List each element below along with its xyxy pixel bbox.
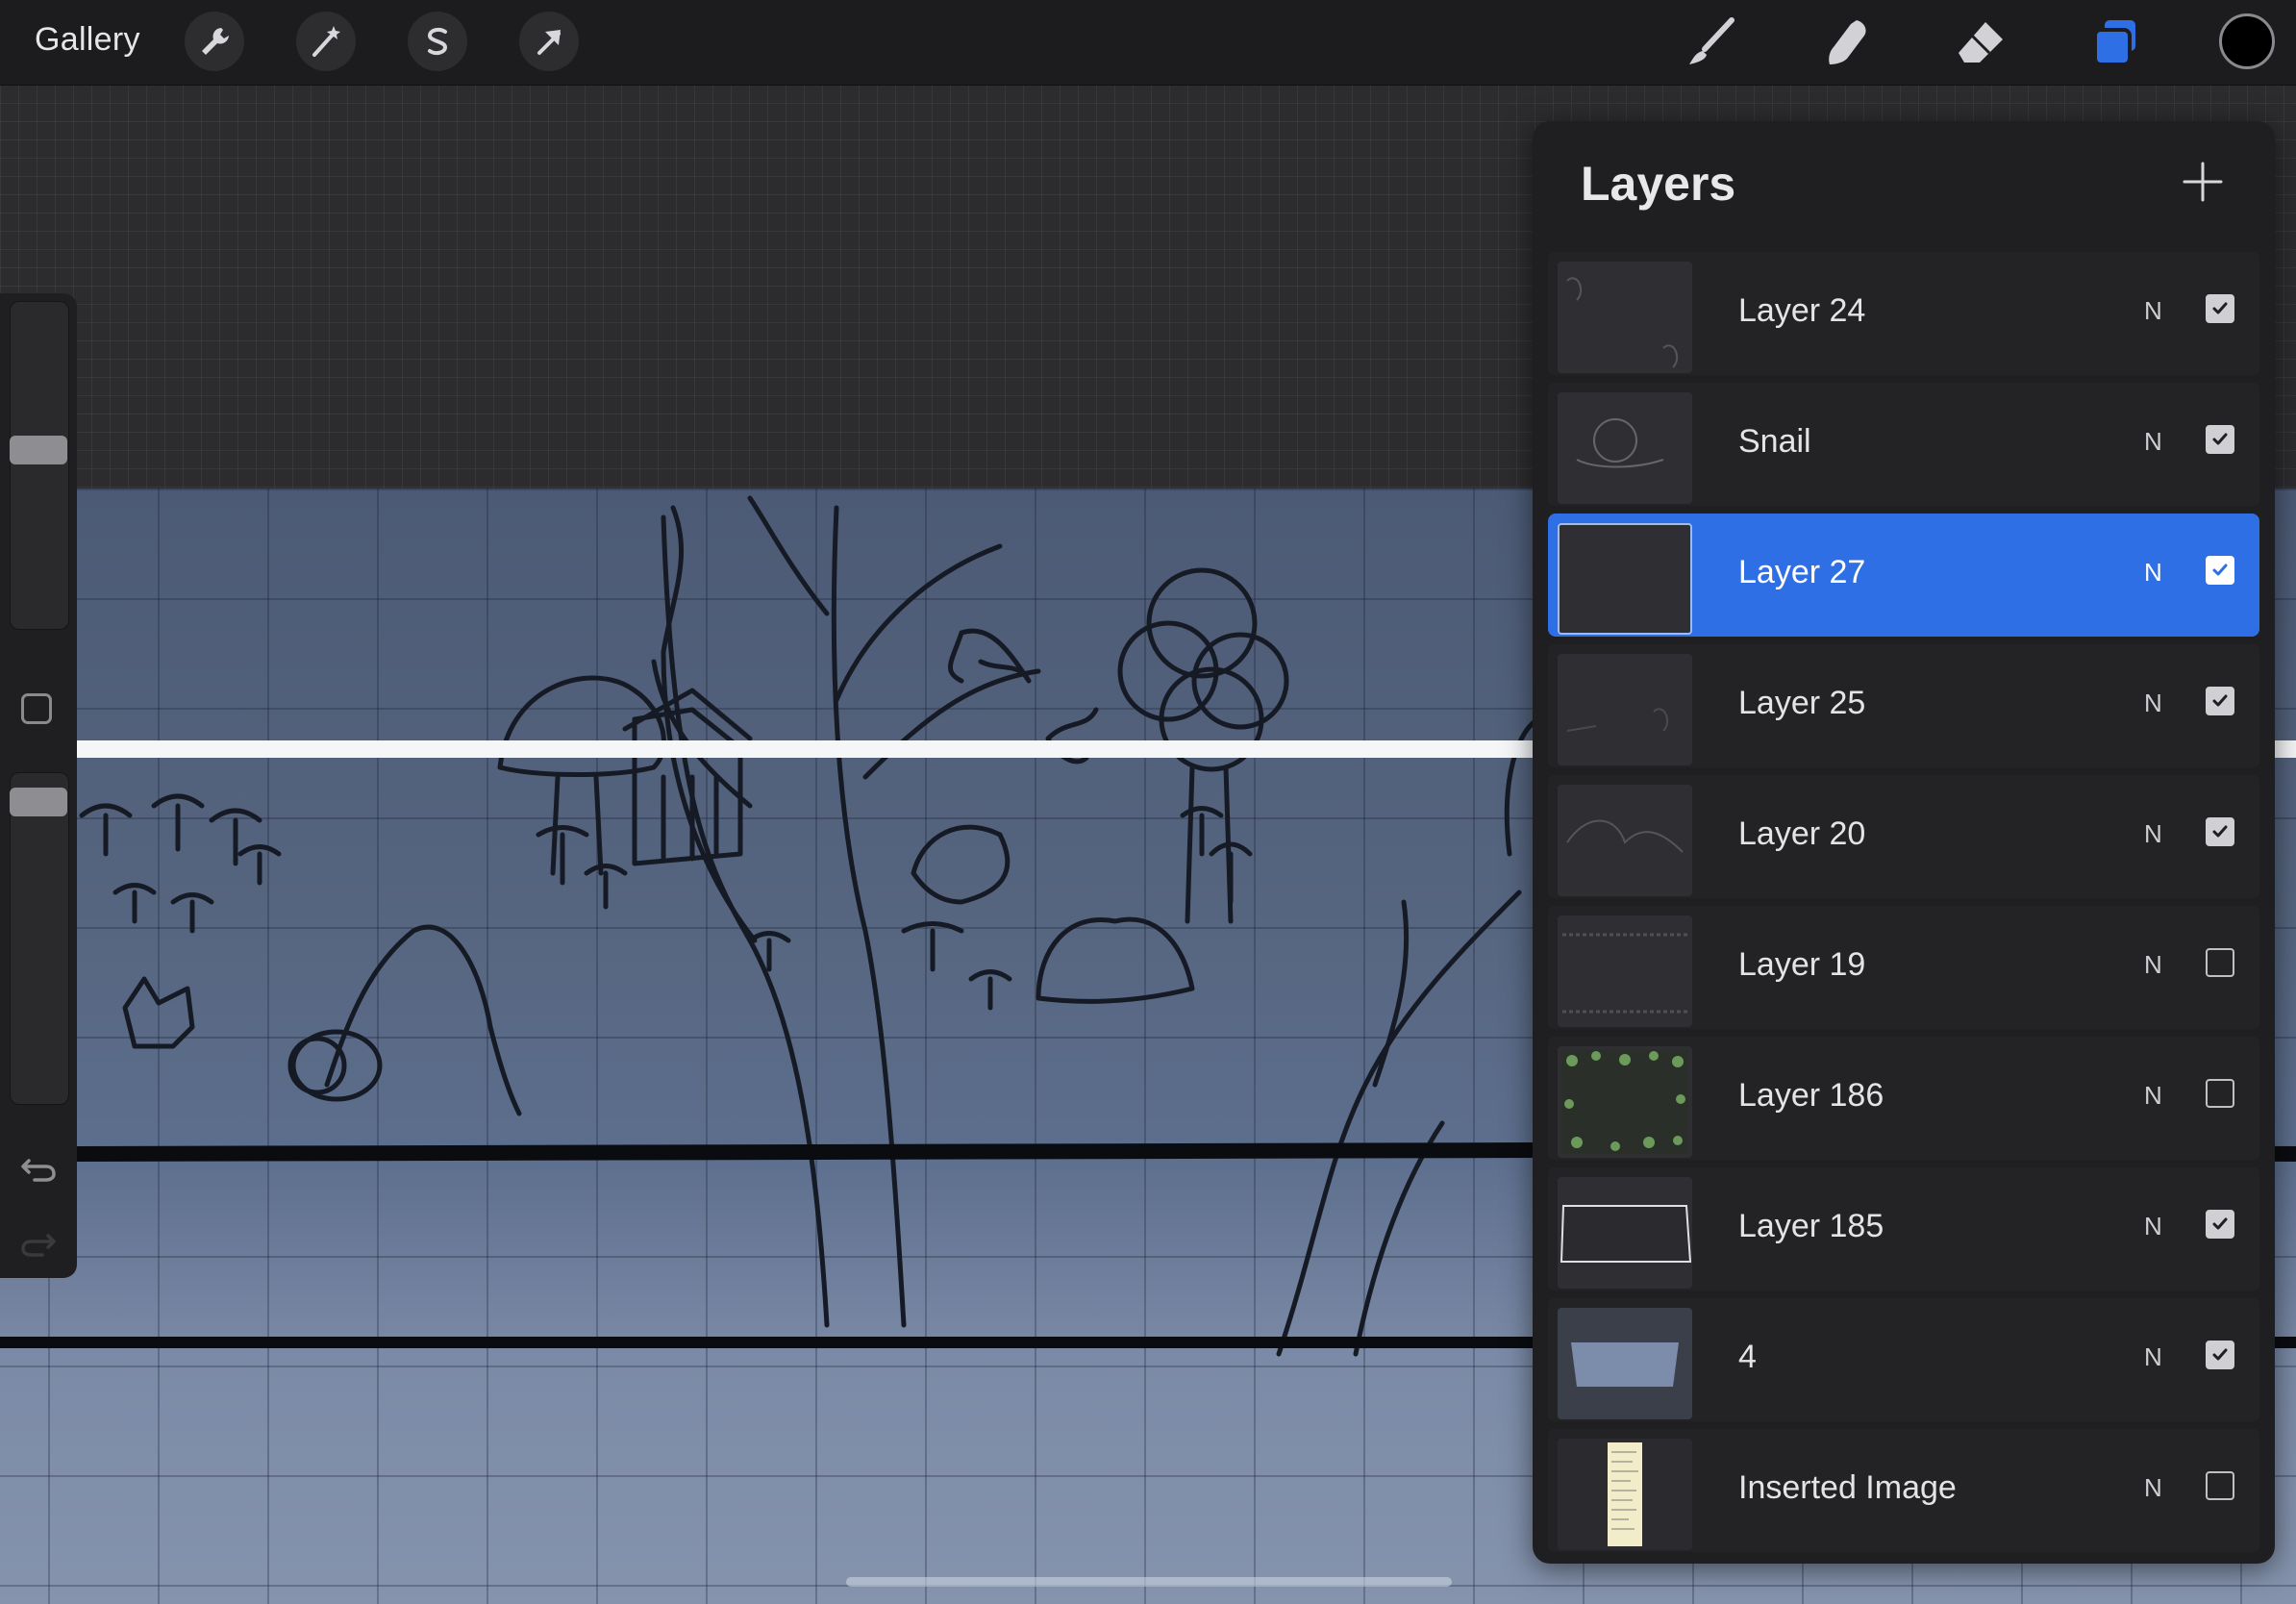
magic-wand-icon [312, 26, 340, 57]
layer-thumbnail[interactable] [1558, 262, 1692, 373]
layer-thumbnail[interactable] [1558, 785, 1692, 896]
blend-mode-button[interactable]: N [2144, 1473, 2162, 1503]
layer-thumbnail[interactable] [1558, 1439, 1692, 1550]
layer-name: Layer 24 [1738, 292, 1866, 329]
actions-button[interactable] [185, 12, 244, 71]
smudge-tool-button[interactable] [1817, 13, 1875, 71]
plus-icon[interactable] [2179, 158, 2227, 206]
layer-thumbnail[interactable] [1558, 1308, 1692, 1419]
layer-name: Layer 20 [1738, 815, 1866, 852]
layer-name: 4 [1738, 1339, 1757, 1375]
layer-row[interactable]: Layer 20 N [1548, 775, 2259, 898]
blend-mode-button[interactable]: N [2144, 296, 2162, 326]
color-picker-button[interactable] [2219, 13, 2275, 69]
modify-button[interactable] [21, 693, 52, 724]
blend-mode-button[interactable]: N [2144, 689, 2162, 718]
layer-thumbnail[interactable] [1558, 523, 1692, 635]
transform-button[interactable] [519, 12, 579, 71]
layer-thumbnail-frame [1560, 1205, 1692, 1263]
layer-thumbnail-snail [1576, 418, 1664, 468]
brush-size-slider[interactable] [10, 301, 69, 630]
layer-visibility-checkbox[interactable] [2206, 948, 2234, 977]
redo-icon[interactable] [17, 1222, 60, 1265]
undo-icon[interactable] [17, 1147, 60, 1190]
blend-mode-button[interactable]: N [2144, 1212, 2162, 1241]
layer-thumbnail-blue-shape [1558, 1308, 1692, 1419]
left-sidebar [0, 293, 77, 1278]
layer-thumbnail-sketch [1562, 933, 1687, 1014]
layer-visibility-checkbox[interactable] [2206, 1471, 2234, 1500]
layer-name: Layer 27 [1738, 554, 1866, 590]
layer-row[interactable]: Layer 185 N [1548, 1167, 2259, 1291]
opacity-slider[interactable] [10, 772, 69, 1105]
layer-row[interactable]: Layer 27 N [1548, 514, 2259, 637]
layer-row[interactable]: Layer 25 N [1548, 644, 2259, 767]
layer-thumbnail-image [1558, 1439, 1692, 1550]
layer-visibility-checkbox[interactable] [2206, 687, 2234, 715]
layer-visibility-checkbox[interactable] [2206, 1079, 2234, 1108]
blend-mode-button[interactable]: N [2144, 427, 2162, 457]
blend-mode-button[interactable]: N [2144, 1081, 2162, 1111]
layer-name: Snail [1738, 423, 1811, 460]
eraser-tool-button[interactable] [1952, 13, 2009, 71]
layer-name: Layer 19 [1738, 946, 1866, 983]
layers-icon [2093, 20, 2135, 66]
layer-visibility-checkbox[interactable] [2206, 425, 2234, 454]
wrench-icon [202, 28, 229, 55]
layer-visibility-checkbox[interactable] [2206, 294, 2234, 323]
layer-thumbnail-sketch [1566, 708, 1669, 732]
layers-panel: Layers Layer 24 N Snail N Layer 27 N Layer 25 N… [1533, 121, 2275, 1564]
layer-row[interactable]: Inserted Image N [1548, 1429, 2259, 1552]
layer-row[interactable]: Snail N [1548, 383, 2259, 506]
layer-thumbnail-foliage [1561, 1050, 1688, 1154]
layer-row[interactable]: Layer 19 N [1548, 906, 2259, 1029]
adjustments-button[interactable] [296, 12, 356, 71]
layer-name: Inserted Image [1738, 1469, 1957, 1506]
layer-row[interactable]: Layer 24 N [1548, 252, 2259, 375]
selection-button[interactable] [408, 12, 467, 71]
layer-thumbnail[interactable] [1558, 1177, 1692, 1289]
home-indicator [846, 1577, 1452, 1587]
layer-thumbnail[interactable] [1558, 1046, 1692, 1158]
layer-thumbnail-sketch [1566, 277, 1679, 368]
layer-visibility-checkbox[interactable] [2206, 817, 2234, 846]
smudge-icon [1829, 20, 1866, 64]
selection-s-icon [427, 27, 448, 56]
layer-visibility-checkbox[interactable] [2206, 1341, 2234, 1369]
layers-panel-title: Layers [1581, 157, 1736, 211]
layer-name: Layer 185 [1738, 1208, 1884, 1244]
brush-tool-button[interactable] [1683, 13, 1740, 71]
layer-thumbnail[interactable] [1558, 915, 1692, 1027]
layer-row[interactable]: 4N [1548, 1298, 2259, 1421]
layer-name: Layer 186 [1738, 1077, 1884, 1114]
layer-row[interactable]: Layer 186 N [1548, 1037, 2259, 1160]
eraser-icon [1959, 22, 2003, 63]
blend-mode-button[interactable]: N [2144, 1342, 2162, 1372]
blend-mode-button[interactable]: N [2144, 950, 2162, 980]
opacity-thumb[interactable] [10, 787, 67, 816]
blend-mode-button[interactable]: N [2144, 819, 2162, 849]
layer-name: Layer 25 [1738, 685, 1866, 721]
layer-visibility-checkbox[interactable] [2206, 556, 2234, 585]
layers-tool-button[interactable] [2086, 13, 2144, 71]
layer-visibility-checkbox[interactable] [2206, 1210, 2234, 1239]
layer-thumbnail[interactable] [1558, 654, 1692, 765]
layer-thumbnail[interactable] [1558, 392, 1692, 504]
layer-thumbnail-sketch [1566, 819, 1684, 853]
top-toolbar: Gallery [0, 0, 2296, 86]
blend-mode-button[interactable]: N [2144, 558, 2162, 588]
brush-size-thumb[interactable] [10, 435, 67, 464]
brush-icon [1689, 17, 1734, 64]
transform-arrow-icon [537, 30, 561, 55]
gallery-button[interactable]: Gallery [35, 21, 140, 59]
